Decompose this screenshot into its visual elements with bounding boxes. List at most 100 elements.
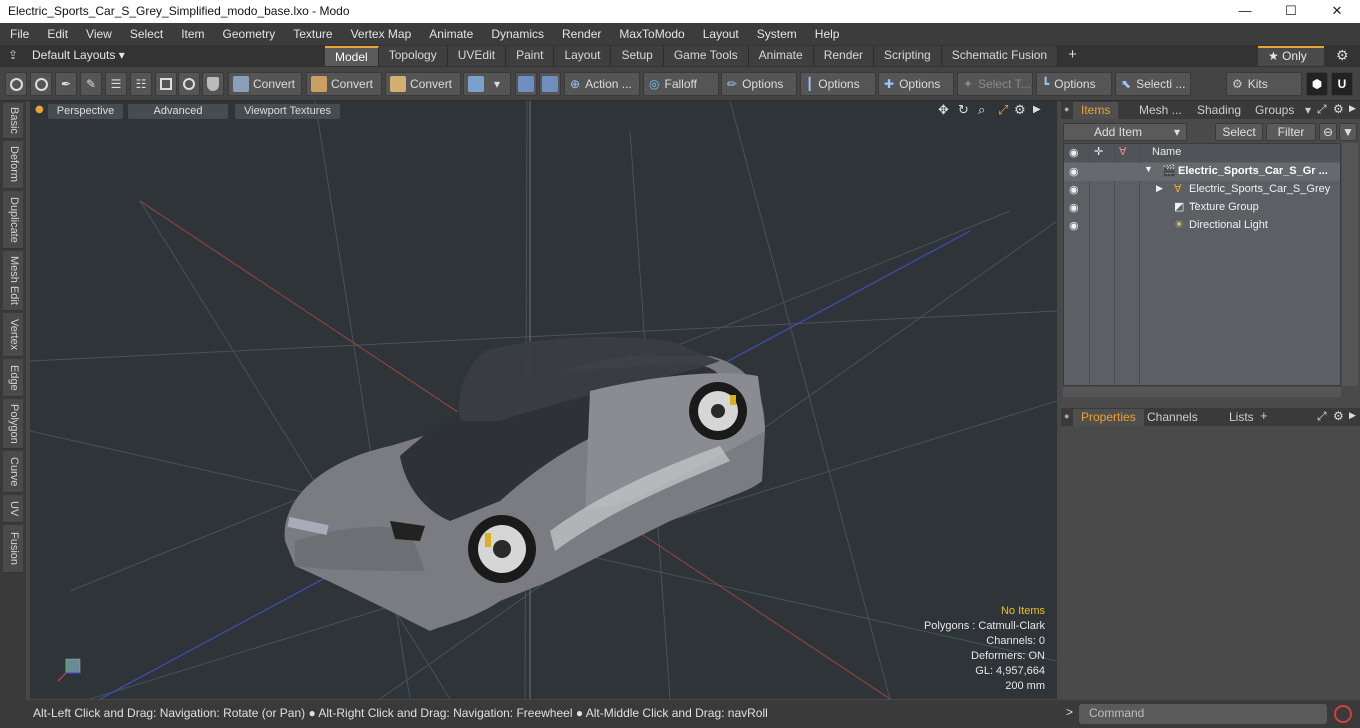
menu-select[interactable]: Select [120,27,171,41]
close-button[interactable]: ✕ [1314,0,1360,23]
vtab-polygon[interactable]: Polygon [3,399,23,449]
tab-model[interactable]: Model [325,46,379,66]
options-button-3[interactable]: ✚ Options [878,72,954,96]
panel-settings-gear-icon[interactable]: ⚙ [1333,409,1344,423]
tab-mesh[interactable]: Mesh ... [1131,102,1190,119]
selection-sets-button[interactable]: ⬉ Selecti ... [1115,72,1191,96]
tab-layout[interactable]: Layout [554,46,612,66]
panel-dropdown-icon[interactable]: ▾ [1305,103,1311,117]
tab-shading[interactable]: Shading [1189,102,1249,119]
maximize-button[interactable]: ☐ [1268,0,1314,23]
symmetry-icon[interactable] [515,72,537,96]
tab-lists[interactable]: Lists [1221,409,1262,426]
visibility-eye-icon[interactable]: ◉ [1069,165,1079,178]
tab-properties[interactable]: Properties [1073,409,1144,426]
menu-edit[interactable]: Edit [37,27,76,41]
maximize-viewport-icon[interactable]: ⤢ [998,103,1008,118]
options-button-1[interactable]: ✏ Options [721,72,797,96]
options-button-2[interactable]: ┃ Options [800,72,876,96]
select-through-button[interactable]: ✦ Select T... [957,72,1033,96]
car-model[interactable] [284,336,765,631]
options-button-4[interactable]: ┗ Options [1036,72,1112,96]
vertex-mode-icon[interactable] [5,72,27,96]
locator-icon[interactable]: Ɐ [1119,145,1127,158]
vtab-vertex[interactable]: Vertex [3,313,23,357]
tab-channels[interactable]: Channels [1139,409,1206,426]
tab-paint[interactable]: Paint [506,46,555,66]
tab-render[interactable]: Render [813,46,875,66]
action-button[interactable]: ⊕ Action ... [564,72,640,96]
3d-viewport[interactable]: ● Perspective Advanced Viewport Textures… [30,101,1057,699]
panel-expand-icon[interactable]: ▶ [1349,410,1356,421]
tab-uvedit[interactable]: UVEdit [447,46,507,66]
collapse-icon[interactable]: ⊖ [1319,123,1337,141]
convert-button-1[interactable]: Convert [228,72,302,96]
falloff-button[interactable]: ◎ Falloff [643,72,719,96]
viewport-settings-gear-icon[interactable]: ⚙ [1014,103,1026,118]
menu-layout[interactable]: Layout [693,27,747,41]
tab-animate[interactable]: Animate [748,46,814,66]
viewport-textures-button[interactable]: Viewport Textures [235,104,340,119]
convert-button-3[interactable]: Convert [385,72,461,96]
tab-items[interactable]: Items [1073,102,1119,119]
tab-schematic-fusion[interactable]: Schematic Fusion [941,46,1059,66]
viewport-menu-icon[interactable]: ● [35,104,44,115]
visibility-eye-icon[interactable]: ◉ [1069,201,1079,214]
panel-settings-gear-icon[interactable]: ⚙ [1333,102,1344,116]
lock-icon[interactable]: ✛ [1094,145,1103,158]
vtab-uv[interactable]: UV [3,495,23,523]
settings-gear-icon[interactable]: ⚙ [1336,47,1349,64]
pen-tool-icon[interactable]: ✒ [55,72,77,96]
polygon-mode-icon[interactable]: ☷ [130,72,152,96]
perspective-button[interactable]: Perspective [48,104,123,119]
menu-dynamics[interactable]: Dynamics [481,27,552,41]
scene-canvas[interactable] [30,101,1057,699]
tab-scripting[interactable]: Scripting [874,46,942,66]
expand-arrow-icon[interactable]: ▶ [1156,183,1163,194]
menu-render[interactable]: Render [552,27,609,41]
sphere-mode-icon[interactable] [30,72,52,96]
menu-view[interactable]: View [76,27,120,41]
menu-help[interactable]: Help [805,27,848,41]
menu-system[interactable]: System [747,27,805,41]
select-button[interactable]: Select [1215,123,1263,141]
visibility-eye-icon[interactable]: ◉ [1069,183,1079,196]
unity-icon[interactable]: ⬢ [1306,72,1328,96]
layout-selector[interactable]: Default Layouts ▾ [32,48,125,62]
list-item-scene[interactable]: ◉ ▼ 🎬 Electric_Sports_Car_S_Gr ... [1064,163,1340,181]
vtab-mesh-edit[interactable]: Mesh Edit [3,251,23,311]
expand-arrow-icon[interactable]: ▼ [1144,164,1153,174]
list-item-directional-light[interactable]: ◉ ☀ Directional Light [1064,217,1340,235]
add-item-button[interactable]: Add Item ▾ [1063,123,1187,141]
menu-animate[interactable]: Animate [419,27,481,41]
vtab-fusion[interactable]: Fusion [3,525,23,573]
tab-topology[interactable]: Topology [378,46,448,66]
viewport-expand-icon[interactable]: ▶ [1033,104,1041,115]
minimize-button[interactable]: — [1222,0,1268,23]
menu-geometry[interactable]: Geometry [213,27,284,41]
kits-button[interactable]: ⚙ Kits [1226,72,1302,96]
cube-dropdown[interactable]: ▾ [463,72,511,96]
add-tab-button[interactable]: + [1058,46,1087,66]
advanced-button[interactable]: Advanced [128,104,228,119]
edge-mode-icon[interactable]: ☰ [105,72,127,96]
convert-button-2[interactable]: Convert [306,72,382,96]
item-mode-icon[interactable] [155,72,177,96]
snap-icon[interactable] [539,72,561,96]
visibility-eye-icon[interactable]: ◉ [1069,146,1079,159]
tab-setup[interactable]: Setup [611,46,664,66]
material-mode-icon[interactable] [178,72,200,96]
vtab-edge[interactable]: Edge [3,359,23,397]
panel-menu-icon[interactable]: ● [1064,411,1069,421]
record-macro-icon[interactable] [1334,705,1352,723]
panel-menu-icon[interactable]: ● [1064,104,1069,114]
vtab-basic[interactable]: Basic [3,103,23,139]
vtab-duplicate[interactable]: Duplicate [3,191,23,249]
unreal-icon[interactable]: U [1331,72,1353,96]
menu-vertex-map[interactable]: Vertex Map [341,27,420,41]
menu-texture[interactable]: Texture [283,27,340,41]
zoom-icon[interactable]: ⌕ [978,103,985,118]
menu-file[interactable]: File [0,27,37,41]
list-item-texture-group[interactable]: ◉ ◩ Texture Group [1064,199,1340,217]
shield-mode-icon[interactable] [202,72,224,96]
